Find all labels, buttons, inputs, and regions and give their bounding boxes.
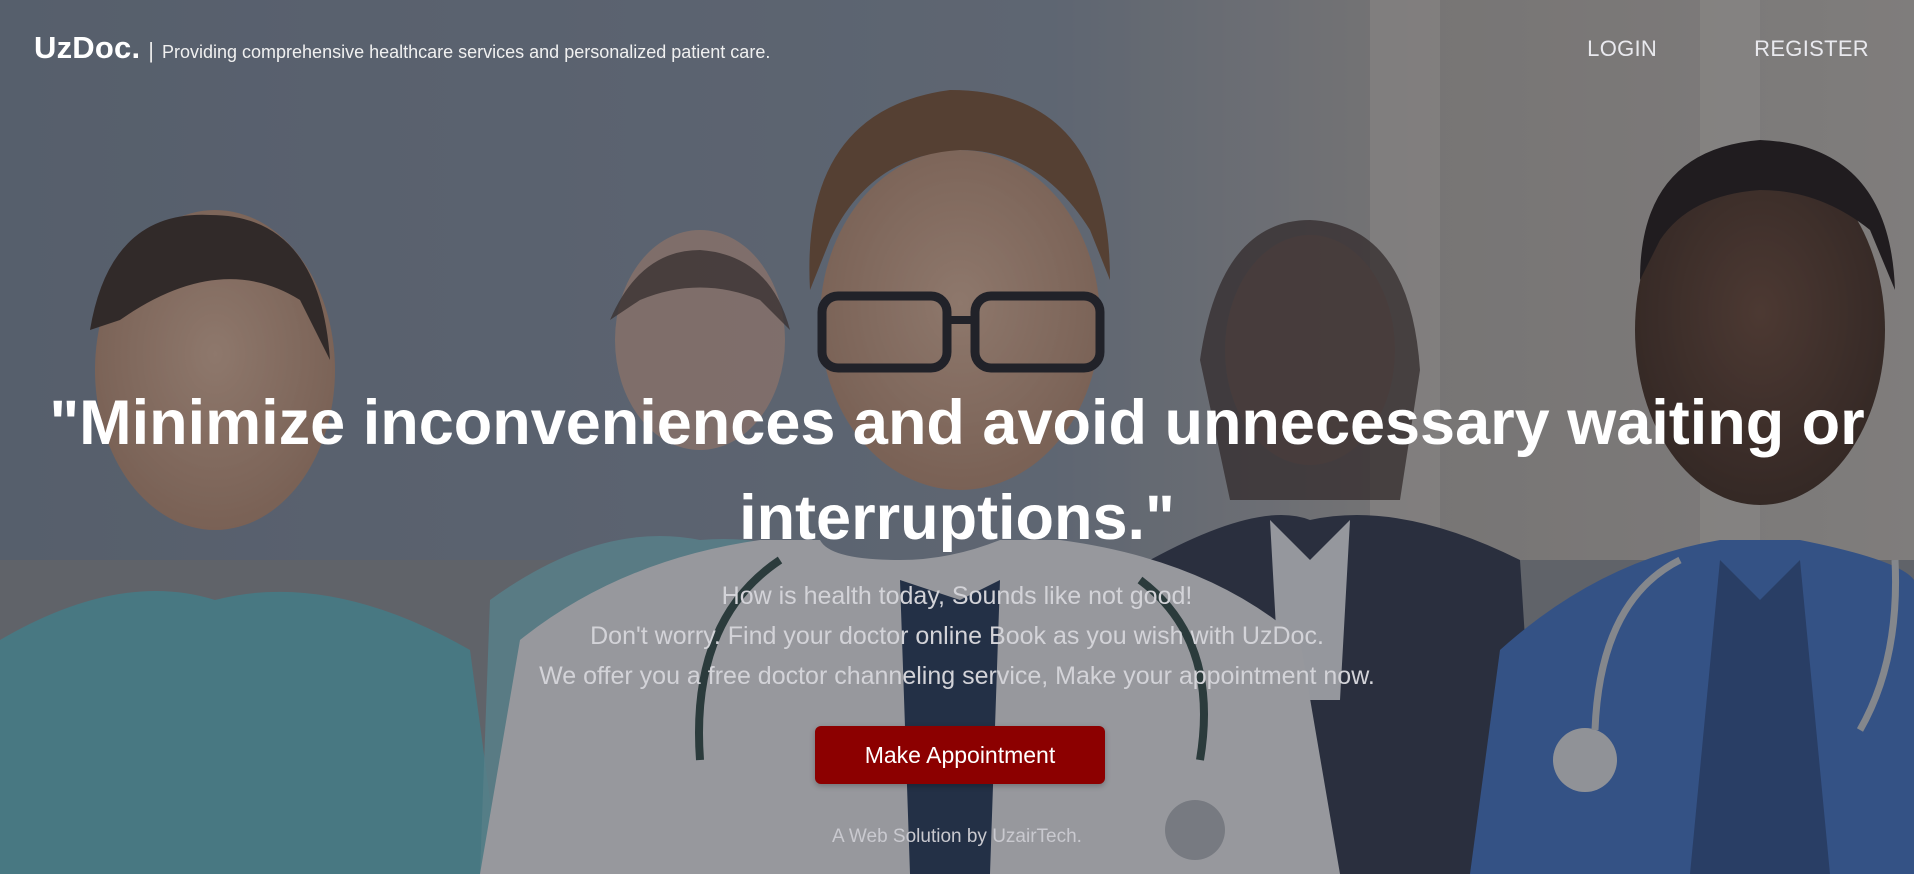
subtext-line-2: Don't worry. Find your doctor online Boo…: [590, 622, 1324, 650]
brand: UzDoc. | Providing comprehensive healthc…: [34, 30, 770, 66]
login-link[interactable]: LOGIN: [1587, 36, 1657, 62]
footer-credit: A Web Solution by UzairTech.: [832, 826, 1082, 847]
headline-line-1: "Minimize inconveniences and avoid unnec…: [49, 388, 1865, 458]
auth-nav: LOGIN REGISTER: [1587, 36, 1869, 62]
site-logo[interactable]: UzDoc.: [34, 30, 140, 66]
headline-line-2: interruptions.": [739, 483, 1175, 553]
hero-section: UzDoc. | Providing comprehensive healthc…: [0, 0, 1914, 874]
make-appointment-button[interactable]: Make Appointment: [815, 726, 1105, 784]
hero-subtext: How is health today, Sounds like not goo…: [0, 576, 1914, 696]
hero-headline: "Minimize inconveniences and avoid unnec…: [0, 376, 1914, 566]
brand-separator: |: [148, 38, 154, 63]
site-tagline: Providing comprehensive healthcare servi…: [161, 42, 771, 62]
subtext-line-1: How is health today, Sounds like not goo…: [721, 582, 1193, 610]
register-link[interactable]: REGISTER: [1754, 36, 1869, 62]
top-navigation-bar: UzDoc. | Providing comprehensive healthc…: [0, 0, 1914, 100]
subtext-line-3: We offer you a free doctor channeling se…: [539, 662, 1375, 690]
